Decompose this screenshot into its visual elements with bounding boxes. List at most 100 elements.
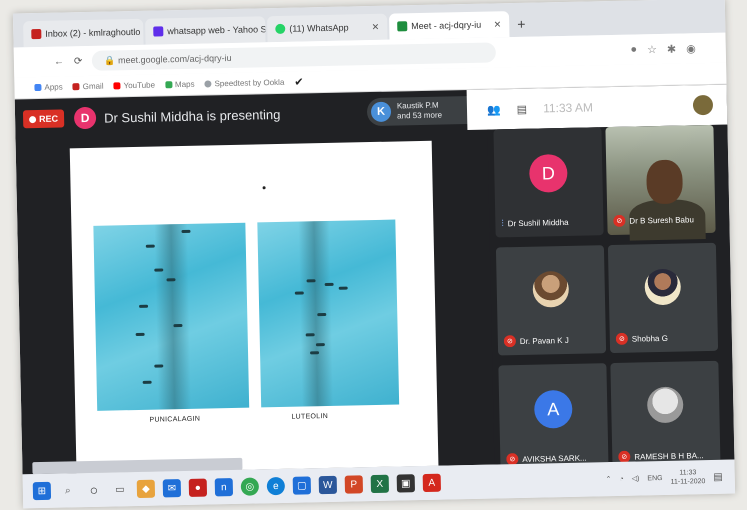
youtube-icon (113, 82, 121, 90)
meet-window: REC D Dr Sushil Middha is presenting K K… (14, 84, 735, 475)
bookmark-gmail[interactable]: Gmail (72, 81, 104, 92)
close-icon[interactable]: ✕ (494, 19, 502, 30)
stain-mark (154, 268, 164, 272)
volume-icon[interactable]: ◁) (632, 474, 640, 482)
gmail-icon (31, 28, 42, 40)
video-person-face (646, 159, 684, 205)
participant-name-row: ⊘ Shobha G (615, 331, 714, 345)
acrobat-icon[interactable]: A (422, 473, 442, 493)
star-icon[interactable]: ☆ (647, 43, 657, 56)
app-icon[interactable]: ▢ (292, 476, 312, 495)
participant-name: Dr Sushil Middha (507, 217, 569, 229)
micrograph-left (93, 222, 250, 411)
participant-photo (646, 386, 684, 424)
stain-band (154, 223, 192, 410)
tab-label: (11) WhatsApp (289, 22, 349, 34)
participant-tile[interactable]: A ⊘ AVIKSHA SARK... (498, 363, 609, 474)
stain-mark (294, 291, 304, 295)
participant-tile[interactable]: ⊘ Shobha G (607, 242, 719, 354)
bookmark-maps[interactable]: Maps (164, 79, 195, 90)
url-text: meet.google.com/acj-dqry-iu (117, 52, 232, 66)
browser-tab[interactable]: whatsapp web - Yahoo Sea✕ (145, 16, 266, 45)
word-icon[interactable]: W (318, 475, 338, 495)
presenting-label: Dr Sushil Middha is presenting (103, 106, 281, 126)
close-icon[interactable]: ✕ (372, 21, 380, 32)
participant-name-row: ⊘ Dr. Pavan K J (503, 333, 602, 348)
profile-icon[interactable]: ◉ (686, 42, 696, 55)
tab-label: Inbox (2) - kmlraghoutlo (45, 26, 141, 39)
participant-grid: D ⫶ Dr Sushil Middha ⊘ Dr B Suresh Babu ⊘ D… (487, 124, 735, 474)
browser-tab[interactable]: Inbox (2) - kmlraghoutlo✕ (23, 18, 144, 48)
tray-time: 11:33 (679, 469, 697, 477)
system-tray: ⌃ ◔ ◁) ENG 11:33 11-11-2020 ▤ (605, 468, 723, 488)
chevron-up-icon[interactable]: ⌃ (605, 475, 611, 483)
task-view-icon[interactable]: ▭ (111, 480, 129, 498)
camera-icon[interactable]: ● (630, 43, 637, 56)
stain-mark (317, 313, 327, 317)
slide-caption-right: LUTEOLIN (291, 412, 329, 421)
apps-icon (34, 83, 42, 92)
participant-tile-video[interactable]: ⊘ Dr B Suresh Babu (605, 124, 716, 241)
reload-icon[interactable]: ⟳ (74, 56, 83, 67)
url-field[interactable]: 🔒 meet.google.com/acj-dqry-iu (92, 42, 497, 71)
mic-off-icon: ⊘ (613, 214, 626, 227)
presenter-avatar: D (73, 106, 97, 130)
people-icon[interactable]: 👥 (487, 103, 501, 116)
extensions-icon[interactable]: ✱ (667, 42, 676, 55)
stain-mark (306, 279, 316, 283)
excel-icon[interactable]: X (370, 474, 390, 494)
powerpoint-icon[interactable]: P (344, 475, 364, 494)
tray-clock[interactable]: 11:33 11-11-2020 (670, 468, 706, 487)
participant-avatar: D (528, 154, 568, 194)
participant-photo (532, 271, 570, 308)
participant-name-row: ⊘ Dr B Suresh Babu (613, 213, 711, 227)
search-icon[interactable]: ⌕ (59, 481, 77, 499)
edge-icon[interactable]: e (266, 476, 286, 496)
bookmark-speedtest[interactable]: Speedtest by Ookla (204, 78, 284, 89)
network-icon[interactable]: ◔ (619, 475, 623, 482)
participants-chip[interactable]: K Kaustik P.M and 53 more (366, 95, 472, 127)
bookmark-label: Maps (174, 79, 195, 90)
chip-line-2: and 53 more (397, 110, 443, 121)
bookmark-label: Gmail (82, 81, 104, 92)
whatsapp-icon (275, 23, 286, 35)
tab-label: Meet - acj-dqry-iu (411, 19, 482, 32)
browser-tab[interactable]: (11) WhatsApp ✕ (267, 13, 388, 43)
bookmark-label: Speedtest by Ookla (214, 77, 285, 89)
stain-mark (173, 324, 183, 328)
participant-name: Shobha G (631, 333, 668, 344)
chat-icon[interactable]: ▤ (517, 102, 528, 115)
mail-icon[interactable]: ✉ (162, 479, 182, 498)
mic-off-icon: ⊘ (503, 335, 516, 348)
yahoo-icon (153, 26, 164, 37)
chrome-icon[interactable]: ◎ (240, 477, 260, 496)
app-icon[interactable]: ◆ (136, 479, 156, 499)
stain-mark (315, 343, 325, 347)
store-icon[interactable]: ▣ (396, 474, 416, 493)
rec-label: REC (39, 113, 59, 124)
participant-avatar: K (370, 101, 392, 123)
stain-mark (166, 278, 176, 282)
record-icon (29, 115, 37, 123)
participant-tile[interactable]: ⊘ Dr. Pavan K J (495, 245, 607, 356)
app-icon[interactable]: n (214, 478, 234, 497)
back-icon[interactable]: ← (54, 56, 64, 67)
browser-tab-active[interactable]: Meet - acj-dqry-iu ✕ (388, 11, 510, 40)
participant-tile[interactable]: ⊘ RAMESH B H BA... (610, 360, 721, 472)
start-icon[interactable]: ⊞ (32, 481, 52, 501)
cortana-icon[interactable]: ○ (85, 481, 103, 499)
participant-photo (644, 268, 682, 306)
notification-icon[interactable]: ▤ (713, 471, 723, 482)
meet-controls-top: 👥 ▤ 11:33 AM (466, 84, 728, 131)
new-tab-button[interactable]: + (511, 11, 532, 37)
language-label[interactable]: ENG (647, 475, 662, 482)
app-icon[interactable]: ● (188, 478, 208, 497)
bookmark-apps[interactable]: Apps (34, 82, 63, 92)
stain-mark (145, 244, 155, 248)
participant-tile[interactable]: D ⫶ Dr Sushil Middha (493, 127, 604, 238)
self-avatar[interactable] (692, 94, 714, 116)
meet-icon (397, 21, 408, 32)
presentation-slide: PUNICALAGIN LUTEOLIN (69, 140, 439, 474)
maps-icon (164, 81, 173, 89)
bookmark-youtube[interactable]: YouTube (113, 81, 155, 91)
